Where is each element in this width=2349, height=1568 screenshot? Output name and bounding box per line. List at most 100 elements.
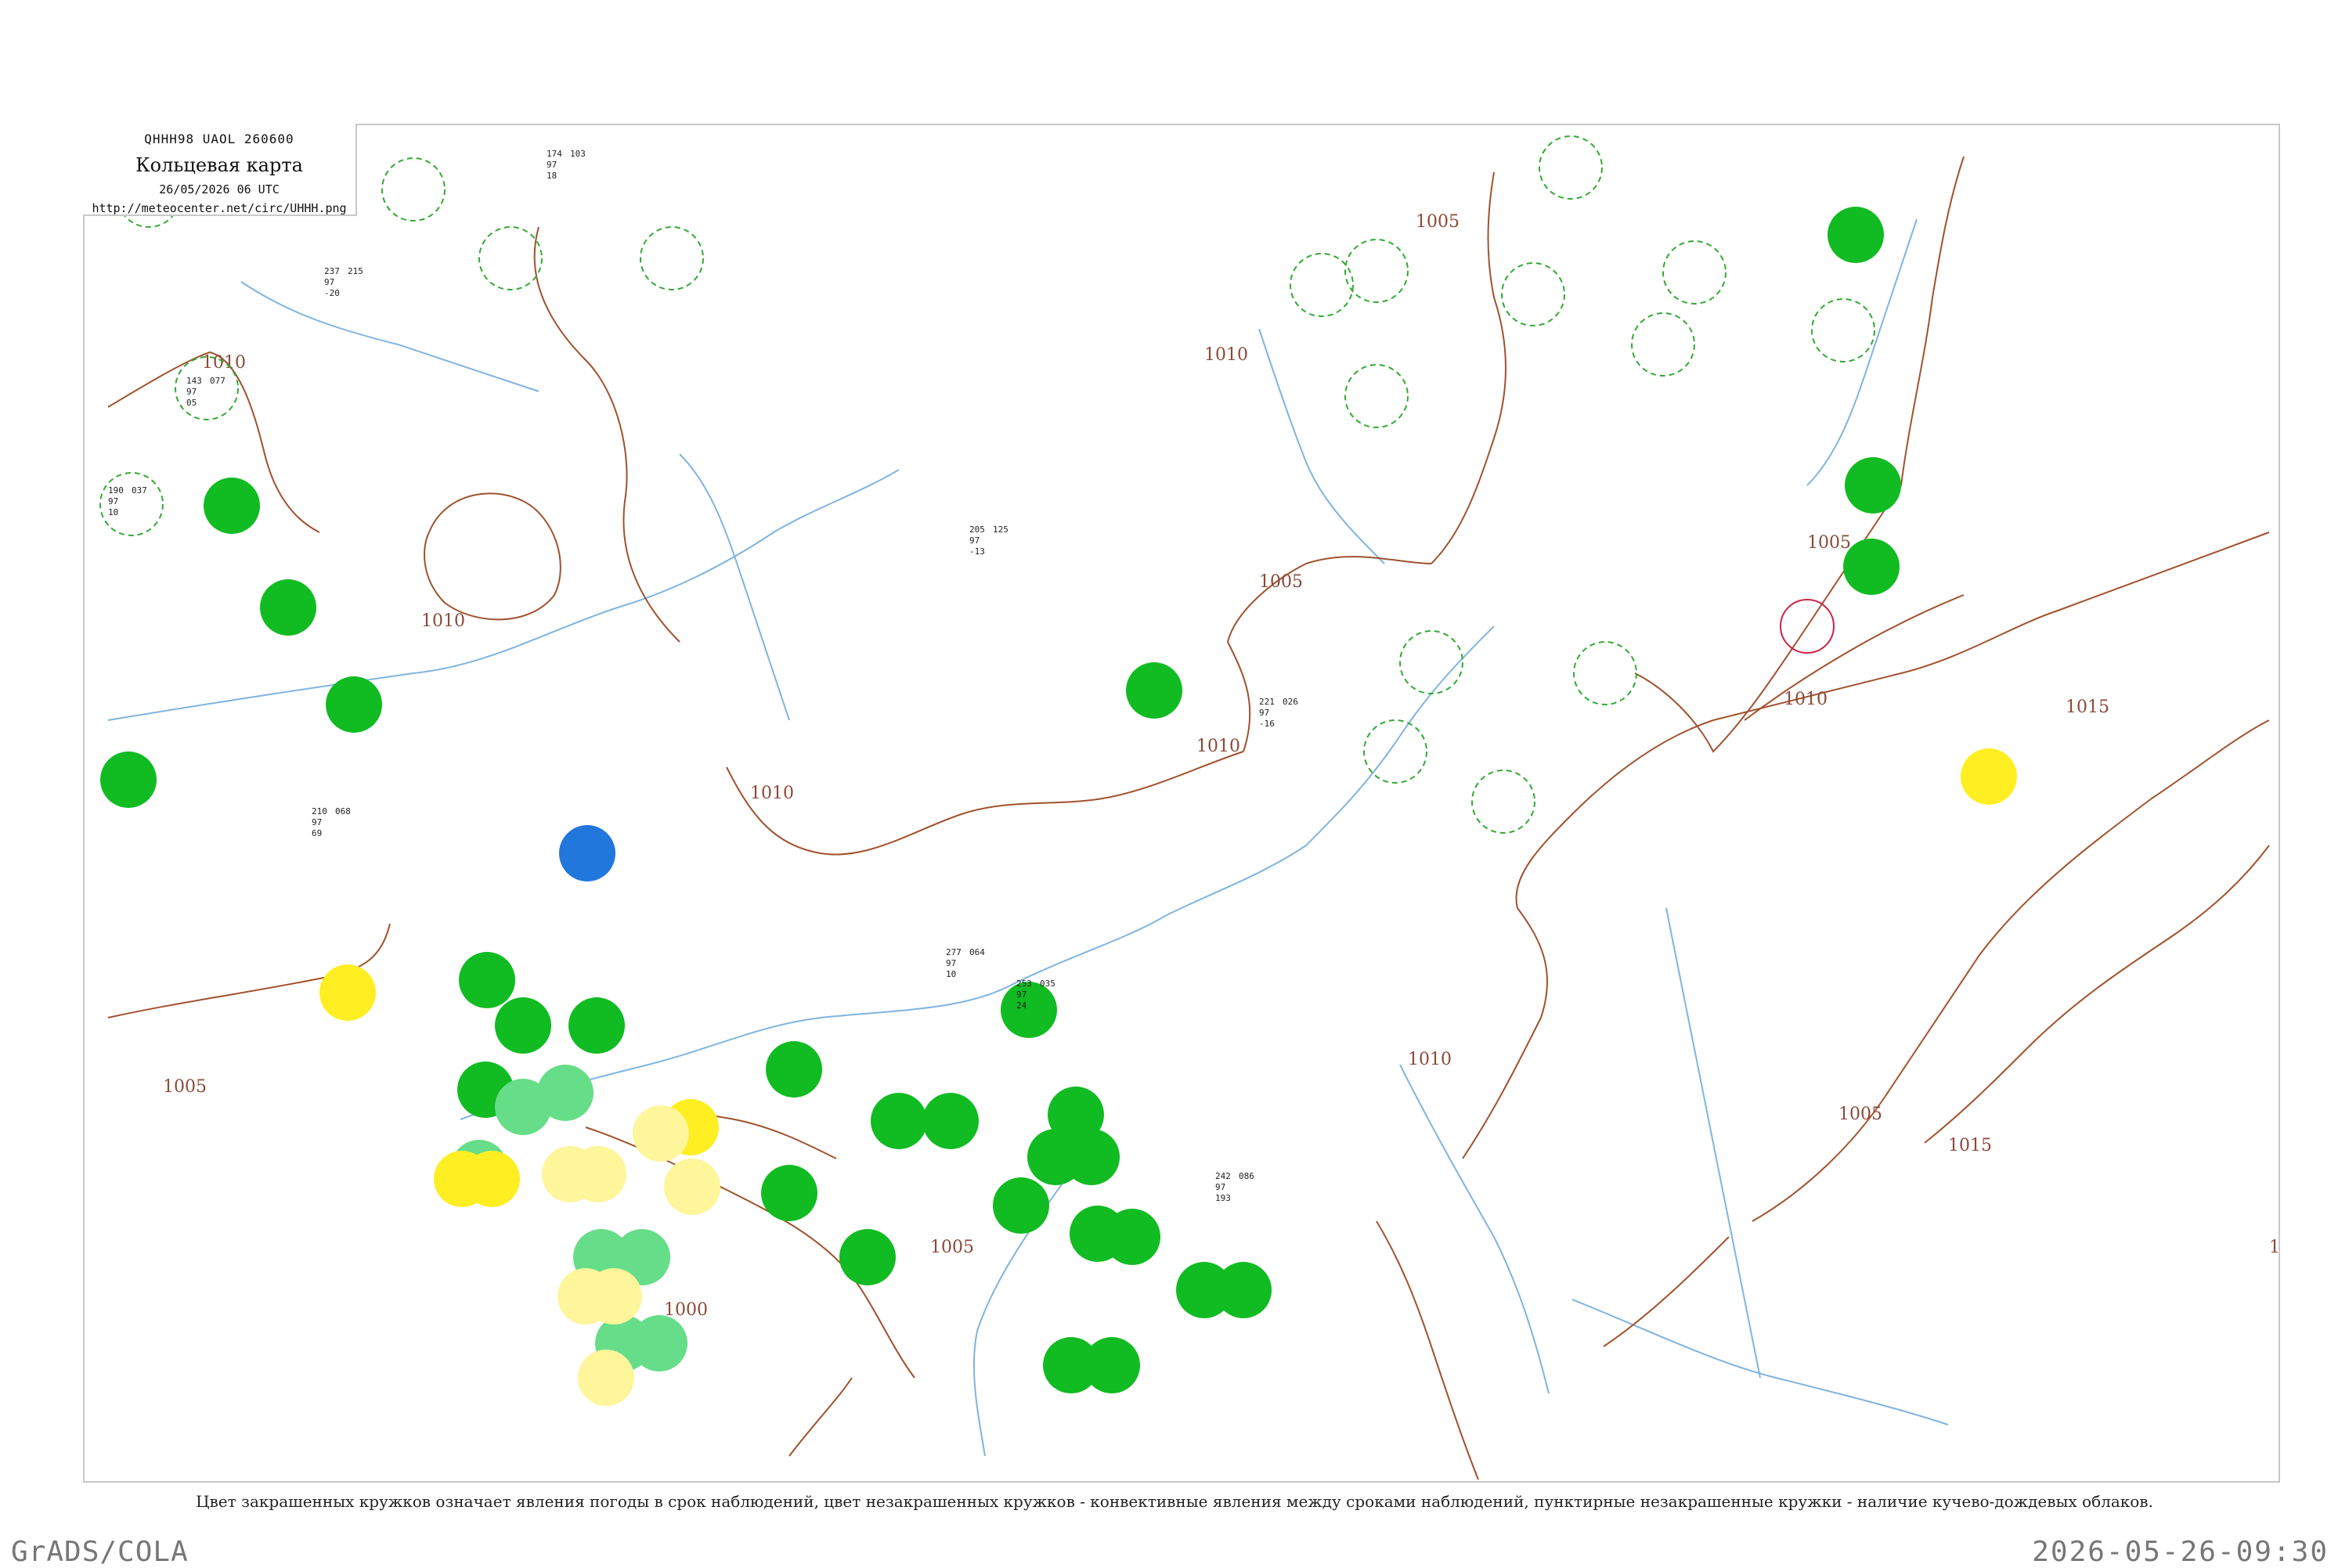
weather-circle-light-yellow[interactable] bbox=[570, 1146, 626, 1202]
station-vis: 193 bbox=[1215, 1193, 1231, 1203]
cb-dashed-circle[interactable] bbox=[1290, 253, 1354, 317]
weather-circle-green[interactable] bbox=[761, 1165, 817, 1221]
station-plot[interactable]: 210 97 068 69 bbox=[312, 806, 351, 838]
station-pressure: 97 bbox=[108, 496, 118, 506]
river-line bbox=[1305, 625, 1495, 846]
station-plot[interactable]: 277 97 064 10 bbox=[946, 947, 985, 979]
weather-circle-green[interactable] bbox=[993, 1177, 1049, 1234]
station-pressure: 97 bbox=[1016, 989, 1027, 1000]
river-line bbox=[1008, 845, 1307, 987]
cb-dashed-circle[interactable] bbox=[1811, 298, 1875, 362]
weather-circle-green[interactable] bbox=[1828, 207, 1884, 263]
map-frame[interactable]: 1010 1005 1010 1010 1010 1005 1010 1005 … bbox=[83, 124, 2280, 1483]
weather-circle-green[interactable] bbox=[568, 997, 625, 1054]
weather-circle-green[interactable] bbox=[1027, 1129, 1084, 1185]
weather-circle-green[interactable] bbox=[1843, 539, 1900, 595]
weather-circle-green[interactable] bbox=[495, 997, 551, 1054]
weather-circle-green[interactable] bbox=[1070, 1206, 1126, 1262]
station-plot[interactable]: 174 97 103 18 bbox=[547, 149, 586, 181]
station-plot[interactable]: 242 97 086 193 bbox=[1215, 1171, 1254, 1203]
synoptic-map[interactable]: 1010 1005 1010 1010 1010 1005 1010 1005 … bbox=[85, 125, 2279, 1481]
isobar-line bbox=[1634, 485, 1902, 753]
weather-circle-light-green[interactable] bbox=[537, 1065, 594, 1121]
isobar-label: 1010 bbox=[750, 784, 794, 803]
weather-circle-green[interactable] bbox=[459, 952, 515, 1008]
station-dew: 064 bbox=[969, 947, 985, 957]
station-temp: 221 bbox=[1259, 697, 1275, 707]
station-vis: -20 bbox=[324, 288, 340, 298]
isobar-label: 1015 bbox=[1948, 1136, 1992, 1155]
station-plot[interactable]: 190 97 037 10 bbox=[108, 485, 147, 517]
station-vis: 69 bbox=[312, 828, 322, 838]
weather-circle-green[interactable] bbox=[260, 579, 316, 636]
station-plot[interactable]: 221 97 026 -16 bbox=[1259, 697, 1298, 729]
weather-circle-light-yellow[interactable] bbox=[578, 1350, 634, 1406]
isobar-label: 1005 bbox=[930, 1238, 974, 1257]
weather-circle-green[interactable] bbox=[326, 676, 382, 733]
isobar-label: 1010 bbox=[421, 611, 465, 631]
river-line bbox=[1665, 907, 1761, 1379]
isobar-label: 10 bbox=[2269, 1238, 2279, 1257]
isobar-label: 1015 bbox=[2066, 697, 2109, 717]
weather-circle-green[interactable] bbox=[766, 1041, 822, 1098]
cb-dashed-circle[interactable] bbox=[1471, 770, 1535, 834]
weather-circle-green[interactable] bbox=[1176, 1262, 1232, 1318]
weather-circle-green[interactable] bbox=[1084, 1337, 1140, 1393]
footer-software: GrADS/COLA bbox=[11, 1536, 189, 1568]
station-dew: 068 bbox=[335, 806, 351, 816]
cb-dashed-circle[interactable] bbox=[381, 157, 446, 222]
station-temp: 143 bbox=[186, 376, 202, 386]
weather-circle-green[interactable] bbox=[204, 478, 260, 534]
cb-dashed-circle[interactable] bbox=[1344, 364, 1409, 428]
river-line bbox=[632, 469, 900, 604]
weather-circle-yellow[interactable] bbox=[464, 1151, 520, 1207]
isobar-label: 1000 bbox=[664, 1300, 708, 1320]
river-line bbox=[1571, 1299, 1949, 1426]
station-plot[interactable]: 143 97 077 05 bbox=[186, 376, 226, 408]
station-temp: 237 bbox=[324, 266, 340, 276]
station-dew: 037 bbox=[132, 485, 147, 496]
cb-dashed-circle[interactable] bbox=[1662, 240, 1727, 305]
river-line bbox=[679, 453, 790, 721]
weather-circle-light-yellow[interactable] bbox=[664, 1159, 720, 1215]
station-plot[interactable]: 205 97 125 -13 bbox=[969, 524, 1009, 557]
station-temp: 242 bbox=[1215, 1171, 1231, 1181]
map-caption: Цвет закрашенных кружков означает явлени… bbox=[196, 1492, 2153, 1511]
weather-circle-green[interactable] bbox=[871, 1093, 927, 1149]
cb-dashed-circle[interactable] bbox=[1344, 239, 1409, 303]
cb-dashed-circle[interactable] bbox=[1399, 630, 1463, 694]
isobar-line bbox=[1603, 1236, 1730, 1347]
station-dew: 026 bbox=[1283, 697, 1298, 707]
observation-time: 26/05/2026 06 UTC bbox=[159, 182, 280, 196]
footer-timestamp: 2026-05-26-09:30 bbox=[2032, 1536, 2329, 1568]
weather-circle-green[interactable] bbox=[1126, 662, 1182, 719]
weather-circle-green[interactable] bbox=[1001, 982, 1057, 1038]
isobar-line bbox=[424, 492, 561, 621]
cb-dashed-circle[interactable] bbox=[1539, 135, 1603, 200]
cb-dashed-circle[interactable] bbox=[1501, 262, 1565, 326]
isobar-label: 1005 bbox=[1416, 212, 1460, 232]
weather-circle-yellow[interactable] bbox=[319, 964, 376, 1021]
weather-circle-light-yellow[interactable] bbox=[586, 1268, 642, 1325]
isobar-line bbox=[1462, 719, 1714, 1159]
weather-circle-green[interactable] bbox=[839, 1229, 896, 1285]
station-dew: 086 bbox=[1239, 1171, 1254, 1181]
weather-circle-yellow[interactable] bbox=[1961, 748, 2017, 805]
weather-circle-light-yellow[interactable] bbox=[633, 1105, 689, 1162]
cb-dashed-circle[interactable] bbox=[1631, 312, 1695, 377]
station-plot[interactable]: 237 97 215 -20 bbox=[324, 266, 363, 298]
isobar-label: 1005 bbox=[163, 1077, 207, 1097]
cb-dashed-circle[interactable] bbox=[640, 226, 704, 290]
station-pressure: 97 bbox=[1259, 708, 1269, 718]
source-url[interactable]: http://meteocenter.net/circ/UHHH.png bbox=[83, 201, 355, 215]
isobar-line bbox=[1752, 719, 2270, 1222]
weather-circle-green[interactable] bbox=[922, 1093, 979, 1149]
cb-dashed-circle[interactable] bbox=[478, 226, 543, 290]
station-vis: -13 bbox=[969, 546, 985, 557]
weather-circle-green[interactable] bbox=[1845, 457, 1901, 514]
station-pressure: 97 bbox=[969, 535, 980, 546]
cb-dashed-circle[interactable] bbox=[1573, 641, 1637, 705]
rivers bbox=[107, 218, 1949, 1457]
weather-circle-blue[interactable] bbox=[559, 825, 615, 881]
weather-circle-green[interactable] bbox=[100, 752, 157, 808]
